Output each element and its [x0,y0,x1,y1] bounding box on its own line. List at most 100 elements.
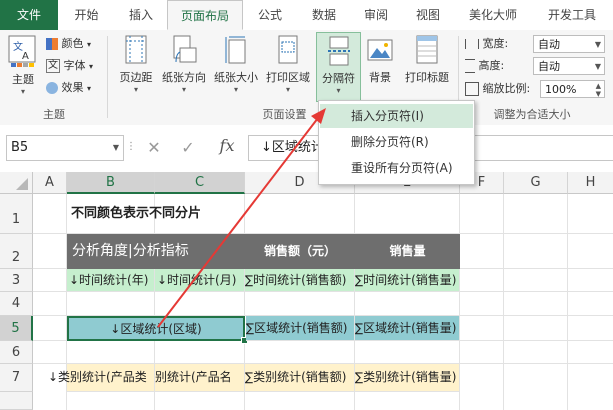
background-icon [367,39,393,61]
ribbon-tab-bar: 文件 开始 插入 页面布局 公式 数据 审阅 视图 美化大师 开发工具 [0,0,613,31]
row-header-1[interactable]: 1 [0,194,33,234]
scale-label: 缩放比例: [482,82,531,95]
column-header-h[interactable]: H [568,172,613,194]
cell-a7-overflow-text: ↓类别统计(产品类 [48,370,147,384]
width-label-row: 宽度: [465,34,508,54]
row-header-7[interactable]: 7 [0,364,33,392]
reset-all-page-breaks-item[interactable]: 重设所有分页符(A) [320,156,473,180]
scale-spinner-value: 100% [545,83,577,96]
tab-formulas[interactable]: 公式 [243,0,297,30]
cell-b2-c2-merged[interactable]: 分析角度|分析指标 [67,234,245,269]
breaks-dropdown-arrow: ▾ [336,86,341,95]
tab-page-layout[interactable]: 页面布局 [167,0,243,30]
cell-d3[interactable]: ∑时间统计(销售额) [245,269,355,292]
row-header-6[interactable]: 6 [0,341,33,364]
margins-button[interactable]: 页边距 ▾ [114,34,158,94]
fonts-label: 字体 [63,59,86,72]
print-titles-label: 打印标题 [405,71,449,84]
cell-b3[interactable]: ↓时间统计(年) [67,269,155,292]
row-header-3[interactable]: 3 [0,269,33,292]
width-label: 宽度: [482,37,509,50]
cell-d7[interactable]: ∑类别统计(销售额) [245,364,355,392]
orientation-dropdown-arrow: ▾ [181,85,186,94]
enter-icon[interactable]: ✓ [176,135,200,161]
scale-spinner[interactable]: 100% ▲ ▼ [540,80,605,98]
tab-review[interactable]: 审阅 [351,0,401,30]
print-area-icon [278,35,298,64]
print-area-button[interactable]: 打印区域 ▾ [262,34,314,94]
colors-dropdown-arrow: ▾ [87,40,92,49]
orientation-button[interactable]: 纸张方向 ▾ [158,34,210,94]
insert-page-break-item[interactable]: 插入分页符(I) [320,104,473,128]
breaks-button[interactable]: 分隔符 ▾ [316,32,361,102]
width-select[interactable]: 自动 ▼ [533,35,605,53]
print-area-label: 打印区域 [266,71,310,84]
cell-d5[interactable]: ∑区域统计(销售额) [246,316,355,341]
colors-label: 颜色 [61,37,84,50]
cell-c3[interactable]: ↓时间统计(月) [155,269,245,292]
cell-e5[interactable]: ∑区域统计(销售量) [355,316,460,341]
group-divider [107,36,108,118]
tab-home[interactable]: 开始 [58,0,115,30]
chevron-down-icon: ▼ [112,143,119,152]
row-header-2[interactable]: 2 [0,234,33,269]
remove-page-break-item[interactable]: 删除分页符(R) [320,130,473,154]
cell-b1[interactable]: 不同颜色表示不同分片 [67,194,267,234]
chevron-down-icon: ▼ [594,40,601,49]
fonts-dropdown-arrow: ▾ [89,62,94,71]
scale-group-label: 调整为合适大小 [493,108,571,121]
row-header-5[interactable]: 5 [0,316,33,341]
column-header-a[interactable]: A [33,172,67,194]
margins-dropdown-arrow: ▾ [133,85,138,94]
column-header-g[interactable]: G [504,172,568,194]
colors-button[interactable]: 颜色 ▾ [46,34,91,54]
formula-input-value: ↓区域统计 [261,140,324,155]
column-header-b[interactable]: B [67,172,155,194]
row-header-8[interactable] [0,392,33,410]
print-area-dropdown-arrow: ▾ [285,85,290,94]
cell-c7[interactable]: 别统计(产品名 [155,364,245,392]
effects-dropdown-arrow: ▾ [87,84,92,93]
tab-beautify-master[interactable]: 美化大师 [455,0,531,30]
name-box[interactable]: B5 ▼ [6,135,124,161]
effects-label: 效果 [61,81,84,94]
cell-b5-selected[interactable]: ↓区域统计(区域) [67,316,245,341]
row-header-4[interactable]: 4 [0,292,33,316]
cell-e7[interactable]: ∑类别统计(销售量) [355,364,460,392]
themes-group-label: 主题 [43,108,65,121]
tab-file[interactable]: 文件 [0,0,58,30]
spinner-arrows-icon[interactable]: ▲ ▼ [596,82,601,98]
chevron-down-icon: ▼ [594,62,601,71]
themes-icon: 文 A [8,35,36,67]
column-header-c[interactable]: C [155,172,245,194]
fonts-button[interactable]: 文 字体 ▾ [46,56,93,76]
worksheet-grid: A B C D E F G H 1 2 3 4 5 6 7 不同颜色表示不同分片… [0,172,613,410]
height-select-value: 自动 [538,60,560,73]
size-button[interactable]: 纸张大小 ▾ [210,34,262,94]
breaks-icon [327,36,350,66]
tab-developer[interactable]: 开发工具 [531,0,613,30]
insert-function-icon[interactable]: fx [214,133,240,159]
tab-insert[interactable]: 插入 [115,0,167,30]
cell-e2[interactable]: 销售量 [355,234,460,269]
themes-label: 主题 [12,73,34,86]
cell-e3[interactable]: ∑时间统计(销售量) [355,269,460,292]
print-titles-button[interactable]: 打印标题 [400,34,454,85]
cancel-icon[interactable]: ✕ [142,135,166,161]
breaks-label: 分隔符 [322,72,355,85]
tab-data[interactable]: 数据 [297,0,351,30]
name-box-value: B5 [11,140,29,155]
print-titles-icon [416,35,438,64]
scale-label-row: 缩放比例: [465,79,530,99]
height-select[interactable]: 自动 ▼ [533,57,605,75]
select-all-corner[interactable] [0,172,33,194]
effects-button[interactable]: 效果 ▾ [46,78,91,98]
select-all-icon [16,178,28,190]
height-icon [465,59,475,73]
cell-d2[interactable]: 销售额（元） [245,234,355,269]
themes-button[interactable]: 文 A 主题 ▾ [4,34,42,96]
colors-icon [46,38,58,50]
breaks-dropdown-menu: 插入分页符(I) 删除分页符(R) 重设所有分页符(A) [318,100,475,185]
tab-view[interactable]: 视图 [401,0,455,30]
background-button[interactable]: 背景 [362,34,398,85]
